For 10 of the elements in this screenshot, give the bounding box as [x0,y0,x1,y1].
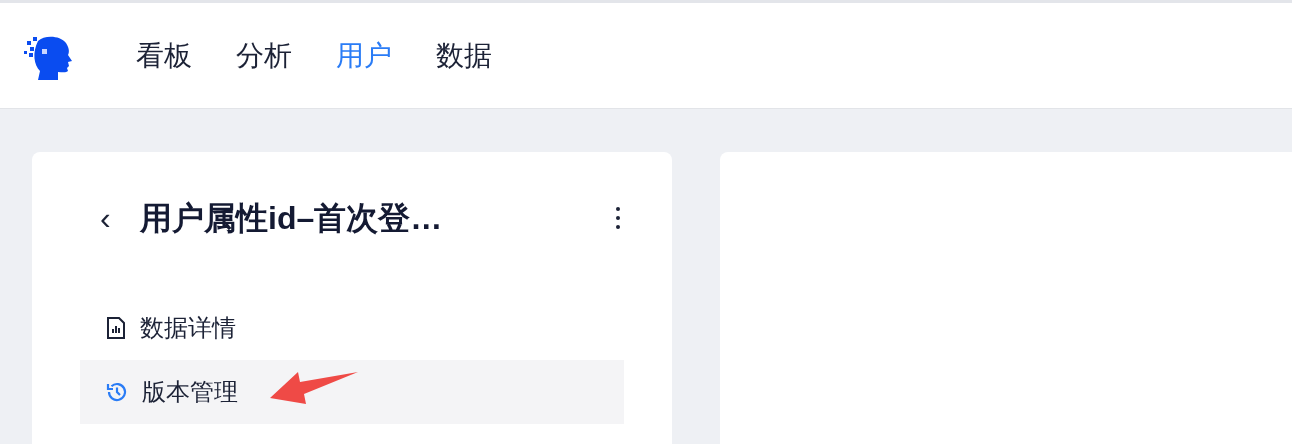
nav-tab[interactable]: 数据 [418,28,510,83]
menu-item[interactable]: 版本管理 [80,360,624,424]
nav-tab[interactable]: 用户 [318,28,410,83]
nav-tab[interactable]: 看板 [118,28,210,83]
back-button[interactable]: ‹ [100,202,140,234]
history-icon [106,381,128,403]
report-icon [106,317,126,339]
nav-tab[interactable]: 分析 [218,28,310,83]
panel-title: 用户属性id–首次登… [140,199,443,238]
menu-item[interactable]: 数据详情 [80,296,624,360]
